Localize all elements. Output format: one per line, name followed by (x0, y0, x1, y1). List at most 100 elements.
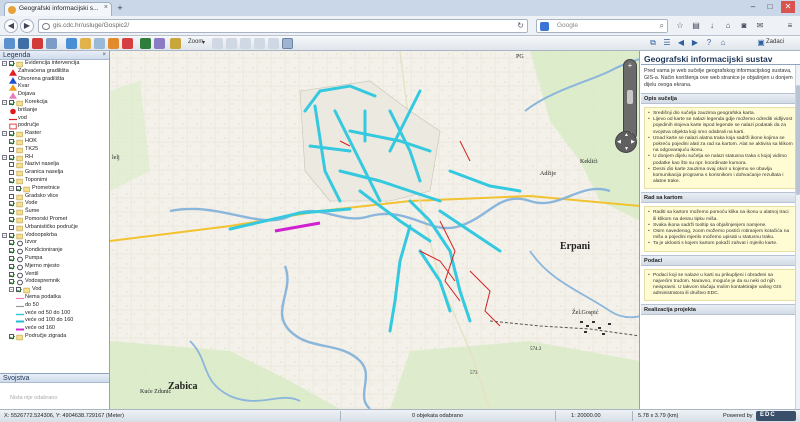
tab-close-icon[interactable]: × (104, 4, 108, 11)
identify-icon[interactable] (80, 38, 91, 49)
search-icon[interactable]: ⌕ (660, 21, 664, 31)
expand-toggle-icon[interactable]: − (2, 131, 7, 137)
layer-visibility-checkbox[interactable] (9, 61, 14, 66)
legend-item[interactable]: Izvor (0, 239, 109, 247)
legend-item[interactable]: područje (0, 122, 109, 130)
legend-item[interactable]: Vode (0, 200, 109, 208)
search-engine-icon[interactable] (540, 22, 549, 31)
chat-icon[interactable]: ✉ (754, 20, 766, 32)
layer-visibility-checkbox[interactable] (9, 279, 14, 285)
expand-toggle-icon[interactable]: − (2, 154, 7, 160)
layer-visibility-checkbox[interactable] (9, 201, 14, 207)
legend-item[interactable]: veće od 50 do 100 (0, 310, 109, 318)
info-section-heading[interactable]: Realizacija projekta (641, 304, 800, 316)
legend-item[interactable]: HOK (0, 138, 109, 146)
legend-item[interactable]: Ventil (0, 271, 109, 279)
minimize-button[interactable]: – (746, 1, 760, 13)
library-icon[interactable]: ▤ (690, 20, 702, 32)
legend-item[interactable]: − Vod (0, 286, 109, 294)
legend-item[interactable]: Nema podatka (0, 294, 109, 302)
layer-visibility-checkbox[interactable] (9, 271, 14, 277)
legend-item[interactable]: Pumpa (0, 255, 109, 263)
pan-west-icon[interactable]: ◀ (617, 139, 621, 145)
legend-item[interactable]: Kvar (0, 83, 109, 92)
pdf-icon[interactable] (32, 38, 43, 49)
info-section-heading[interactable]: Podaci (641, 254, 800, 266)
browser-tab[interactable]: Geografski informacijski s... × (4, 2, 112, 16)
expand-toggle-icon[interactable]: − (2, 99, 7, 105)
pan-icon[interactable] (282, 38, 293, 49)
legend-item[interactable]: veće od 100 do 160 (0, 317, 109, 325)
legend-item[interactable]: brišanje (0, 107, 109, 115)
pan-north-icon[interactable]: ▲ (624, 132, 629, 138)
home-icon[interactable]: ⌂ (722, 20, 734, 32)
legend-item[interactable]: Toponimi (0, 177, 109, 185)
zoom-window-icon[interactable] (240, 38, 251, 49)
layer-visibility-checkbox[interactable] (9, 162, 14, 168)
layer-visibility-checkbox[interactable] (9, 240, 14, 246)
layer-visibility-checkbox[interactable] (16, 185, 21, 191)
legend-item[interactable]: TK25 (0, 146, 109, 154)
download-icon[interactable]: ↓ (706, 20, 718, 32)
search-bar[interactable]: Google ⌕ (536, 19, 668, 33)
zoom-extent-icon[interactable] (254, 38, 265, 49)
legend-item[interactable]: − Korekcija (0, 99, 109, 107)
expand-toggle-icon[interactable]: − (9, 287, 14, 293)
export-icon[interactable] (46, 38, 57, 49)
layer-visibility-checkbox[interactable] (9, 131, 14, 137)
layer-visibility-checkbox[interactable] (9, 146, 14, 152)
forward-button[interactable]: ▶ (20, 19, 34, 33)
back-task-icon[interactable]: ◀ (676, 38, 686, 48)
zoom-dropdown-icon[interactable]: ▾ (202, 39, 205, 46)
layer-visibility-checkbox[interactable] (9, 263, 14, 269)
search-layer-icon[interactable] (154, 38, 165, 49)
layer-visibility-checkbox[interactable] (9, 216, 14, 222)
layer-visibility-checkbox[interactable] (9, 170, 14, 176)
info-scrollbar[interactable] (795, 65, 800, 409)
zoom-previous-icon[interactable] (268, 38, 279, 49)
coordinate-icon[interactable] (140, 38, 151, 49)
legend-item[interactable]: Vodospremnik (0, 278, 109, 286)
legend-item[interactable]: Zahvaćena gradilišta (0, 68, 109, 76)
measure-icon[interactable] (108, 38, 119, 49)
layer-visibility-checkbox[interactable] (9, 333, 14, 339)
scale-input[interactable]: 1: 20000.00 (571, 413, 601, 419)
zoom-out-icon[interactable] (226, 38, 237, 49)
layer-visibility-checkbox[interactable] (9, 248, 14, 254)
maximize-button[interactable]: □ (763, 1, 777, 13)
layer-visibility-checkbox[interactable] (9, 209, 14, 215)
layer-visibility-checkbox[interactable] (9, 138, 14, 144)
powered-by-badge[interactable]: Powered by EDC (723, 411, 796, 421)
legend-item[interactable]: Šume (0, 208, 109, 216)
legend-item[interactable]: − Raster (0, 130, 109, 138)
layer-visibility-checkbox[interactable] (9, 154, 14, 160)
expand-toggle-icon[interactable]: − (2, 232, 7, 238)
layer-visibility-checkbox[interactable] (9, 224, 14, 230)
legend-item[interactable]: vod (0, 115, 109, 123)
eye-icon[interactable] (94, 38, 105, 49)
reload-icon[interactable]: ↻ (517, 21, 524, 30)
legend-item[interactable]: − Prometnice (0, 185, 109, 193)
help-icon[interactable]: ? (704, 38, 714, 48)
info-section-heading[interactable]: Opis sučelja (641, 93, 800, 104)
zoom-in-icon[interactable] (212, 38, 223, 49)
legend-item[interactable]: − RH (0, 154, 109, 162)
info-section-heading[interactable]: Rad sa kartom (641, 192, 800, 204)
forward-task-icon[interactable]: ▶ (690, 38, 700, 48)
layer-visibility-checkbox[interactable] (9, 193, 14, 199)
pan-compass[interactable]: ▲ ▼ ◀ ▶ (615, 131, 637, 153)
layer-visibility-checkbox[interactable] (9, 177, 14, 183)
pocket-icon[interactable]: ◙ (738, 20, 750, 32)
legend-item[interactable]: Gradsko vlice (0, 193, 109, 201)
zoom-slider[interactable]: + − (623, 59, 637, 141)
url-bar[interactable]: gis.cdc.hr/usluge/Gospic2/ ↻ (38, 19, 528, 33)
legend-item[interactable]: veće od 160 (0, 325, 109, 333)
window-close-button[interactable]: ✕ (781, 1, 795, 13)
legend-item[interactable]: Mjerno mjesto (0, 263, 109, 271)
map-canvas[interactable]: Zabica Kuće Zdunić Erpani Adžije Keklići… (110, 51, 640, 409)
print-icon[interactable] (4, 38, 15, 49)
layer-visibility-checkbox[interactable] (16, 287, 21, 293)
tasks-dropdown-icon[interactable]: ▣ (756, 38, 766, 48)
home-task-icon[interactable]: ⌂ (718, 38, 728, 48)
map-svg[interactable] (110, 51, 640, 409)
